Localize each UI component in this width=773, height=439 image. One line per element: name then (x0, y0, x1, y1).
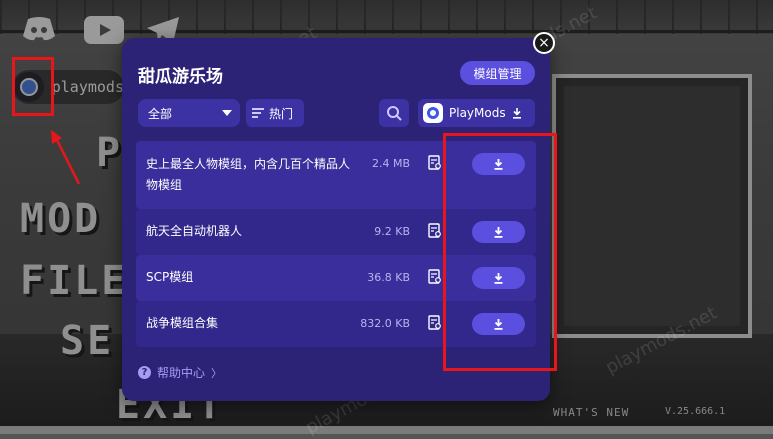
category-select[interactable]: 全部 (138, 99, 240, 127)
mod-manage-button[interactable]: 模组管理 (460, 61, 535, 85)
help-center-link[interactable]: ? 帮助中心 〉 (138, 364, 222, 381)
highlight-box-downloads (443, 133, 557, 371)
mod-name: 史上最全人物模组，内含几百个精品人物模组 (146, 157, 351, 192)
dialog-title: 甜瓜游乐场 (138, 67, 223, 87)
annotation-arrow (51, 130, 81, 185)
sort-icon (252, 108, 264, 118)
source-select[interactable]: PlayMods (418, 99, 535, 127)
document-search-icon[interactable] (428, 223, 442, 239)
document-search-icon[interactable] (428, 155, 442, 171)
search-icon (387, 106, 402, 121)
help-icon: ? (138, 366, 151, 379)
close-button[interactable]: × (533, 32, 555, 54)
document-search-icon[interactable] (428, 315, 442, 331)
source-label: PlayMods (449, 106, 506, 120)
sort-label: 热门 (269, 106, 294, 121)
mod-name: 战争模组合集 (146, 316, 219, 330)
category-value: 全部 (148, 106, 173, 121)
search-button[interactable] (379, 99, 409, 127)
chevron-right-icon: 〉 (211, 366, 223, 380)
download-icon (512, 107, 521, 119)
help-label: 帮助中心 (157, 366, 206, 380)
highlight-box-profile (12, 57, 54, 116)
mod-name: 航天全自动机器人 (146, 224, 243, 238)
sort-button[interactable]: 热门 (246, 99, 304, 127)
mod-size: 9.2 KB (374, 225, 410, 238)
mod-size: 832.0 KB (360, 317, 410, 330)
document-search-icon[interactable] (428, 269, 442, 285)
mod-size: 2.4 MB (371, 157, 410, 170)
chevron-down-icon (222, 110, 232, 116)
mod-size: 36.8 KB (367, 271, 410, 284)
playmods-logo-icon (423, 103, 443, 123)
mod-name: SCP模组 (146, 270, 194, 284)
